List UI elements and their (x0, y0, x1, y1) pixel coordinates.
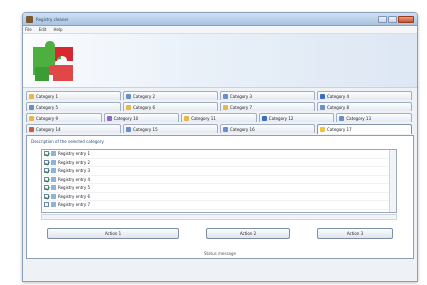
header-banner (23, 34, 417, 88)
document-icon (223, 93, 228, 99)
folder-icon (126, 104, 131, 110)
document-icon (339, 115, 345, 121)
status-text: Status message (204, 251, 236, 256)
list-item[interactable]: Registry entry 1 (42, 150, 396, 159)
tab-category-14[interactable]: Category 14 (26, 124, 121, 133)
registry-key-icon (51, 168, 56, 174)
tab-category-2[interactable]: Category 2 (123, 91, 218, 100)
tab-category-5[interactable]: Category 5 (26, 102, 121, 111)
checkbox[interactable] (44, 193, 49, 199)
tab-category-17[interactable]: Category 17 (317, 124, 412, 134)
list-item[interactable]: Registry entry 5 (42, 184, 396, 193)
action-button-3[interactable]: Action 3 (317, 228, 393, 239)
maximize-icon[interactable] (388, 15, 397, 23)
registry-key-icon (51, 176, 56, 182)
tab-category-10[interactable]: Category 10 (103, 113, 180, 122)
menu-item-file[interactable]: File (25, 27, 32, 32)
tab-category-9[interactable]: Category 9 (26, 113, 102, 122)
checkbox[interactable] (44, 159, 49, 165)
panel-description: Description of the selected category (31, 139, 104, 144)
menu-item-edit[interactable]: Edit (39, 27, 47, 32)
tab-category-8[interactable]: Category 8 (317, 102, 412, 111)
folder-icon (29, 115, 34, 121)
app-icon (26, 15, 33, 23)
vertical-scrollbar[interactable] (389, 150, 396, 212)
registry-key-icon (51, 185, 56, 191)
tab-category-11[interactable]: Category 11 (181, 113, 257, 122)
registry-entry-list[interactable]: Registry entry 1 Registry entry 2 Regist… (41, 149, 397, 213)
tab-category-7[interactable]: Category 7 (220, 102, 315, 111)
document-icon (126, 126, 131, 132)
minimize-icon[interactable] (378, 15, 387, 23)
tab-category-3[interactable]: Category 3 (220, 91, 315, 100)
checkbox[interactable] (44, 202, 49, 208)
document-icon (29, 104, 34, 110)
puzzle-logo-icon (33, 41, 73, 81)
checkbox[interactable] (44, 168, 49, 174)
list-item[interactable]: Registry entry 4 (42, 176, 396, 184)
list-item[interactable]: Registry entry 3 (42, 167, 396, 176)
folder-icon (223, 104, 228, 110)
user-icon (320, 93, 325, 99)
tab-category-4[interactable]: Category 4 (317, 91, 412, 100)
document-icon (261, 115, 267, 121)
action-button-2[interactable]: Action 2 (206, 228, 290, 239)
tab-category-12[interactable]: Category 12 (258, 113, 335, 122)
registry-key-icon (51, 193, 56, 199)
window-title: Registry cleaner (36, 16, 69, 22)
registry-key-icon (51, 151, 56, 157)
folder-icon (320, 127, 325, 132)
tab-category-6[interactable]: Category 6 (123, 102, 218, 111)
list-item[interactable]: Registry entry 7 (42, 201, 396, 210)
document-icon (126, 93, 131, 99)
action-buttons: Action 1 Action 2 Action 3 (47, 228, 393, 239)
tab-category-1[interactable]: Category 1 (26, 91, 121, 100)
app-window: Registry cleaner File Edit Help Category… (22, 12, 418, 282)
registry-key-icon (51, 159, 56, 165)
registry-key-icon (51, 202, 56, 208)
checkbox[interactable] (44, 185, 49, 191)
action-button-1[interactable]: Action 1 (47, 228, 179, 239)
checkbox[interactable] (44, 151, 49, 157)
document-icon (223, 126, 228, 132)
list-item[interactable]: Registry entry 6 (42, 193, 396, 201)
document-icon (106, 115, 112, 121)
folder-icon (184, 115, 190, 121)
list-item[interactable]: Registry entry 2 (42, 159, 396, 167)
menu-bar: File Edit Help (23, 26, 417, 34)
tab-category-13[interactable]: Category 13 (336, 113, 412, 122)
category-tabs: Category 1 Category 2 Category 3 Categor… (23, 88, 417, 134)
horizontal-scrollbar[interactable] (41, 214, 397, 220)
tab-category-16[interactable]: Category 16 (220, 124, 315, 133)
close-icon[interactable] (398, 15, 414, 23)
menu-item-help[interactable]: Help (53, 27, 62, 32)
title-bar[interactable]: Registry cleaner (23, 13, 417, 26)
folder-icon (29, 93, 34, 99)
tab-panel: Description of the selected category Reg… (26, 135, 414, 259)
tab-category-15[interactable]: Category 15 (123, 124, 218, 133)
document-icon (320, 104, 325, 110)
wrench-icon (29, 126, 34, 132)
checkbox[interactable] (44, 176, 49, 182)
